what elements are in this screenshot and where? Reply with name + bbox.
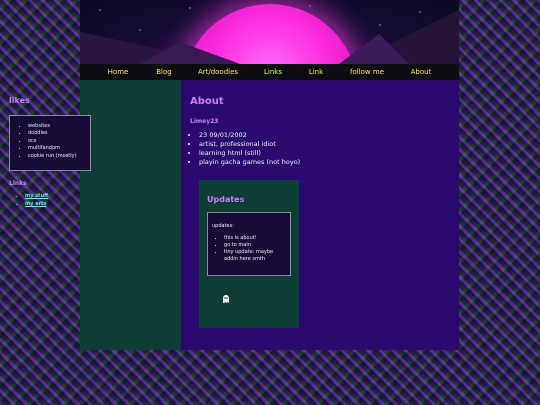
mountain-left-small-graphic xyxy=(140,42,240,64)
updates-list: this is about! go to main tiny update: m… xyxy=(208,235,286,263)
links-heading: Links xyxy=(9,180,27,187)
list-item: websites xyxy=(28,123,90,130)
likes-heading: likes xyxy=(9,96,30,105)
list-item: cookie run (mostly) xyxy=(28,153,90,160)
links-list: my stuff my arts xyxy=(15,192,48,208)
nav-link-follow-me[interactable]: follow me xyxy=(350,64,384,80)
list-item: my arts xyxy=(25,200,48,208)
list-item: multifandom xyxy=(28,145,90,152)
list-item: playin gacha games (not hoyo) xyxy=(199,158,300,167)
list-item: learning html (still) xyxy=(199,149,300,158)
mountain-right-small-graphic xyxy=(339,34,409,64)
top-nav: Home Blog Art/doodles Links Link follow … xyxy=(80,64,459,80)
sidebar xyxy=(80,80,181,350)
list-item: doodles xyxy=(28,130,90,137)
updates-panel: Updates updates: this is about! go to ma… xyxy=(199,180,299,328)
list-item: artist, professional idiot xyxy=(199,140,300,149)
ghost-icon xyxy=(223,295,229,303)
link-my-arts[interactable]: my arts xyxy=(25,201,46,207)
page-title: About xyxy=(190,96,224,107)
header-banner xyxy=(80,0,459,64)
nav-link-links[interactable]: Links xyxy=(264,64,282,80)
updates-box[interactable]: updates: this is about! go to main tiny … xyxy=(207,212,291,276)
likes-box: websites doodles ocs multifandom cookie … xyxy=(9,115,91,171)
nav-link-home[interactable]: Home xyxy=(108,64,129,80)
nav-link-about[interactable]: About xyxy=(411,64,432,80)
list-item: my stuff xyxy=(25,192,48,200)
nav-link-art-doodles[interactable]: Art/doodles xyxy=(198,64,238,80)
list-item: 23 09/01/2002 xyxy=(199,131,300,140)
list-item: go to main xyxy=(224,242,286,249)
nav-link-blog[interactable]: Blog xyxy=(156,64,171,80)
updates-box-title: updates: xyxy=(212,223,234,229)
about-facts-list: 23 09/01/2002 artist, professional idiot… xyxy=(190,131,300,167)
username-heading: Limey23 xyxy=(190,118,219,125)
link-my-stuff[interactable]: my stuff xyxy=(25,193,48,199)
list-item: tiny update: maybe addin here smth xyxy=(224,249,286,263)
list-item: ocs xyxy=(28,138,90,145)
likes-list: websites doodles ocs multifandom cookie … xyxy=(10,116,90,160)
nav-link-link[interactable]: Link xyxy=(309,64,323,80)
list-item: this is about! xyxy=(224,235,286,242)
updates-heading: Updates xyxy=(207,195,245,204)
